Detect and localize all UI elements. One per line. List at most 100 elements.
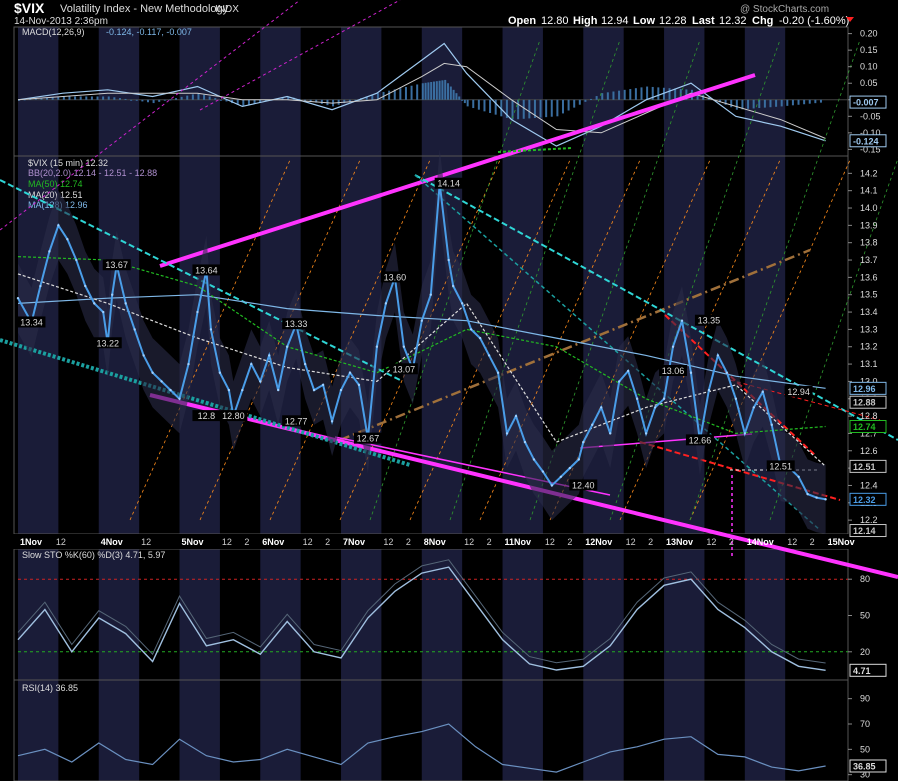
symbol-name: Volatility Index - New Methodology <box>60 3 229 15</box>
macd-histogram-bar <box>674 88 677 100</box>
macd-histogram-bar <box>623 89 626 100</box>
session-band <box>98 27 140 781</box>
date-axis-label: 2 <box>325 537 330 547</box>
last-label: Last <box>692 15 715 27</box>
price-annotation: 13.22 <box>96 338 119 348</box>
price-point <box>469 328 473 331</box>
macd-histogram-bar <box>539 99 542 118</box>
price-point <box>285 345 289 348</box>
macd-histogram-bar <box>461 99 464 101</box>
macd-histogram-bar <box>404 86 407 100</box>
macd-histogram-bar <box>791 99 794 106</box>
macd-histogram-bar <box>208 96 211 100</box>
rsi-legend: RSI(14) 36.85 <box>22 683 78 693</box>
macd-histogram-bar <box>186 95 189 100</box>
macd-histogram-bar <box>808 99 811 104</box>
price-point <box>268 354 271 357</box>
macd-histogram-bar <box>175 98 178 100</box>
high-label: High <box>573 15 598 27</box>
macd-histogram-bar <box>146 99 149 103</box>
session-band <box>18 27 59 781</box>
macd-histogram-bar <box>130 99 133 101</box>
macd-histogram-bar <box>477 99 480 110</box>
macd-histogram-bar <box>449 86 452 100</box>
macd-histogram-bar <box>803 99 806 105</box>
macd-histogram-bar <box>388 90 391 100</box>
price-point <box>761 390 764 394</box>
price-point <box>447 258 450 262</box>
price-point <box>635 397 639 400</box>
bb-legend: BB(20,2.0) 12.14 - 12.51 - 12.88 <box>28 168 157 178</box>
macd-histogram-bar <box>169 99 172 101</box>
price-point <box>644 432 648 435</box>
price-point <box>532 458 536 461</box>
macd-histogram-bar <box>752 99 755 109</box>
macd-histogram-bar <box>578 99 581 105</box>
date-axis-label: 6Nov <box>262 537 284 547</box>
price-tick-label: 13.7 <box>860 255 878 265</box>
macd-value-tag: -0.124 <box>853 136 879 146</box>
price-point <box>671 345 675 348</box>
macd-histogram-bar <box>483 99 486 112</box>
last-value: 12.32 <box>719 15 747 27</box>
price-point <box>357 383 361 387</box>
macd-tick-label: 0.05 <box>860 78 878 88</box>
macd-histogram-bar <box>180 96 183 100</box>
macd-tick-label: 0.10 <box>860 62 878 72</box>
high-value: 12.94 <box>601 15 629 27</box>
macd-histogram-bar <box>242 99 245 107</box>
low-label: Low <box>633 15 655 27</box>
macd-histogram-bar <box>96 96 99 100</box>
price-tick-label: 12.8 <box>860 411 878 421</box>
price-annotation: 13.64 <box>195 265 218 275</box>
macd-histogram-bar <box>424 82 427 100</box>
macd-legend: MACD(12,26,9) <box>22 27 85 37</box>
macd-histogram-bar <box>634 88 637 100</box>
macd-histogram-bar <box>819 99 822 103</box>
macd-tick-label: 0.20 <box>860 29 878 39</box>
price-point <box>330 420 334 423</box>
macd-histogram-bar <box>203 94 206 100</box>
sto-tick-label: 20 <box>860 647 870 657</box>
rsi-tick-label: 70 <box>860 719 870 729</box>
macd-histogram-bar <box>528 99 531 119</box>
price-point <box>609 432 612 435</box>
price-value-tag: 12.51 <box>853 462 876 472</box>
price-point <box>196 310 199 314</box>
price-point <box>420 319 423 322</box>
price-point <box>568 466 572 470</box>
price-point <box>725 371 729 374</box>
macd-histogram-bar <box>141 99 144 102</box>
price-point <box>815 496 818 499</box>
macd-histogram-bar <box>550 99 553 117</box>
sto-tick-label: 80 <box>860 574 870 584</box>
macd-histogram-bar <box>466 99 469 107</box>
date-axis-label: 12 <box>56 537 66 547</box>
price-tick-label: 13.4 <box>860 307 878 317</box>
macd-histogram-bar <box>668 88 671 100</box>
price-point <box>142 354 145 357</box>
price-point <box>16 296 20 300</box>
macd-histogram-bar <box>489 99 492 113</box>
date-axis-label: 2 <box>244 537 249 547</box>
watermark: @ StockCharts.com <box>740 4 829 15</box>
macd-histogram-bar <box>197 93 200 100</box>
macd-histogram-bar <box>775 99 778 107</box>
macd-histogram-bar <box>219 99 222 101</box>
macd-histogram-bar <box>416 84 419 100</box>
macd-histogram-bar <box>158 99 161 102</box>
macd-histogram-bar <box>438 80 441 100</box>
price-annotation: 13.33 <box>285 319 308 329</box>
price-point <box>259 380 262 383</box>
price-point <box>626 369 630 373</box>
price-point <box>505 432 509 435</box>
price-annotation: 12.94 <box>787 387 810 397</box>
macd-histogram-bar <box>612 91 615 100</box>
macd-histogram-bar <box>118 98 121 100</box>
price-point <box>250 362 253 366</box>
macd-histogram-bar <box>646 86 649 100</box>
price-point <box>478 336 482 340</box>
macd-histogram-bar <box>730 99 733 108</box>
price-point <box>241 388 244 392</box>
price-point <box>806 492 809 496</box>
